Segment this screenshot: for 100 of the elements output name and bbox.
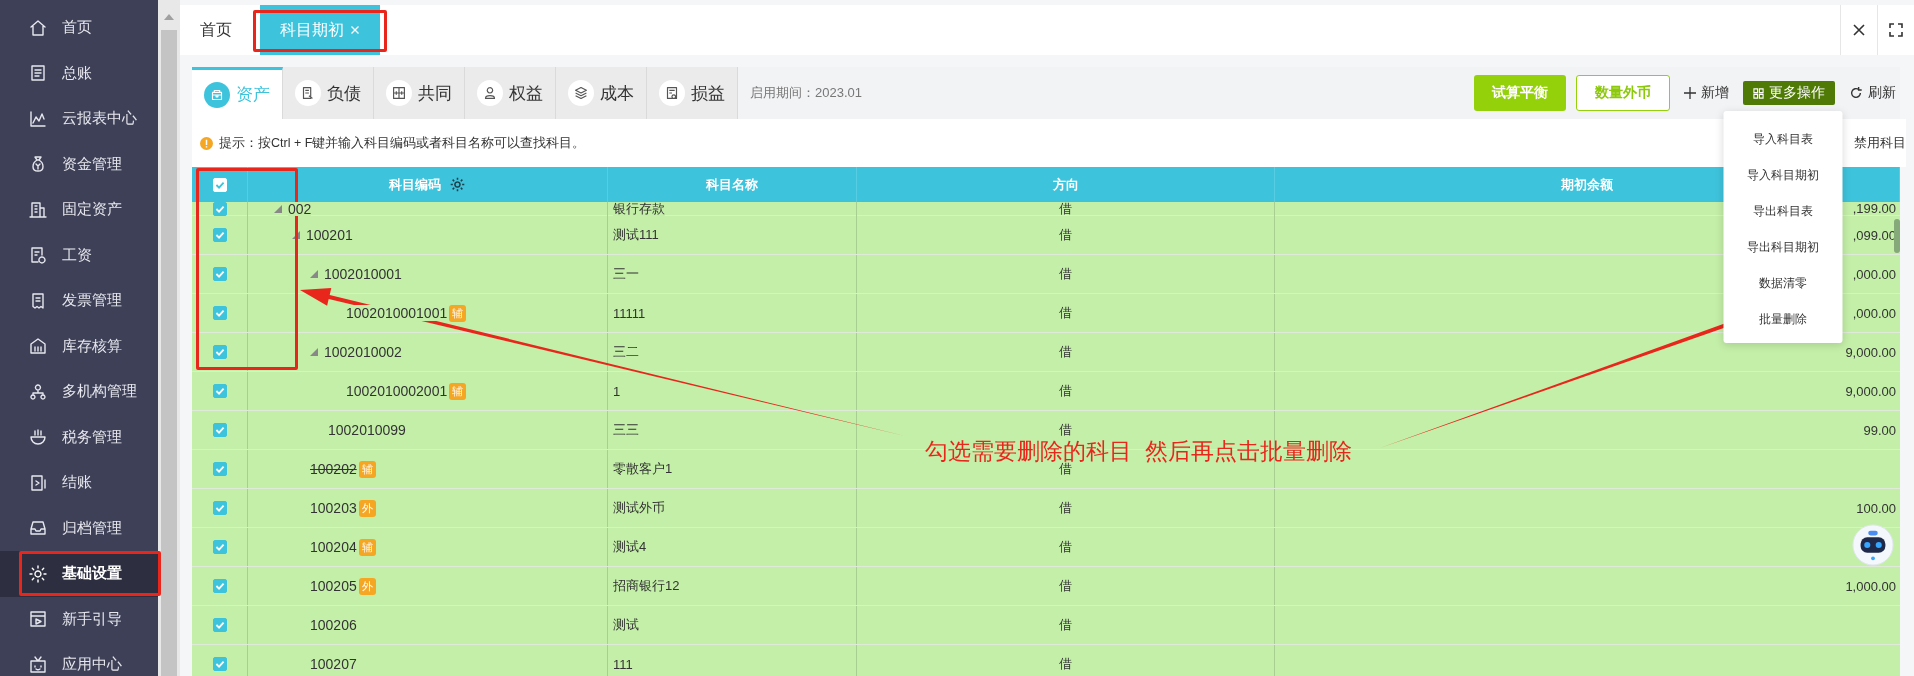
warning-icon [200,136,213,150]
account-code: 1002010001001 [346,305,448,321]
grid-icon [390,84,408,102]
hint-text: 提示：按Ctrl + F键并输入科目编码或者科目名称可以查找科目。 [219,134,586,152]
account-name: 测试外币 [613,499,665,517]
row-checkbox[interactable] [212,618,227,632]
direction: 借 [1059,343,1072,361]
annotation-text: 勾选需要删除的科目 然后再点击批量删除 [925,440,1352,463]
caret-up-icon[interactable] [164,14,174,20]
account-name: 测试 [613,616,639,634]
tv-icon [28,654,48,675]
column-header: 科目编码 [389,175,441,194]
opening-balance: 100.00 [1856,500,1896,516]
sidebar-item[interactable]: 发票管理 [0,278,158,324]
document-icon [28,245,48,266]
refresh-icon [1849,86,1863,100]
sidebar-item[interactable]: 固定资产 [0,187,158,233]
sidebar-item[interactable]: 应用中心 [0,642,158,676]
robot-icon[interactable] [1852,524,1894,566]
sidebar-item[interactable]: 多机构管理 [0,369,158,415]
page-tab[interactable]: 首页 [180,5,252,55]
menu-item[interactable]: 导出科目期初 [1723,229,1843,265]
select-all-checkbox[interactable] [212,177,227,192]
document-icon [28,472,48,493]
menu-item[interactable]: 数据清零 [1723,265,1843,301]
org-chart-icon [28,381,48,402]
sidebar-item[interactable]: 结账 [0,460,158,506]
account-code: 100207 [310,656,357,672]
direction: 借 [1059,382,1072,400]
tag: 辅 [358,538,376,556]
row-checkbox[interactable] [212,540,227,554]
opening-balance: 99.00 [1863,422,1896,438]
start-period: 启用期间：2023.01 [750,84,862,102]
settings-icon[interactable] [449,176,466,193]
sidebar-item[interactable]: 税务管理 [0,414,158,460]
row-checkbox[interactable] [212,423,227,437]
direction: 借 [1059,421,1072,439]
plus-icon [1684,87,1696,99]
tag: 外 [358,577,376,595]
opening-balance: 1,000.00 [1845,578,1896,594]
more-actions-button[interactable]: 更多操作 [1743,81,1835,105]
opening-balance: 9,000.00 [1845,383,1896,399]
row-checkbox[interactable] [212,267,227,281]
sidebar-item[interactable]: 首页 [0,5,158,51]
scrollbar[interactable] [161,30,177,676]
row-checkbox[interactable] [212,384,227,398]
account-code: 1002010002001 [346,383,448,399]
close-icon[interactable] [350,25,360,35]
opening-balance: ,199.00 [1852,202,1896,216]
menu-item[interactable]: 导入科目表 [1723,121,1843,157]
add-button[interactable]: 新增 [1680,84,1733,102]
settings-icon [28,563,48,584]
document-icon [28,63,48,84]
row-checkbox[interactable] [212,306,227,320]
refresh-button[interactable]: 刷新 [1845,84,1900,102]
row-checkbox[interactable] [212,202,227,216]
expand-triangle-icon[interactable] [310,270,318,278]
expand-triangle-icon[interactable] [310,348,318,356]
account-code: 100201 [306,227,353,243]
row-checkbox[interactable] [212,579,227,593]
account-code: 100206 [310,617,357,633]
direction: 借 [1059,265,1072,283]
opening-balance: ,000.00 [1852,266,1896,282]
sidebar-item[interactable]: 工资 [0,232,158,278]
direction: 借 [1059,499,1072,517]
house-icon [28,17,48,38]
direction: 借 [1059,655,1072,673]
sidebar-item[interactable]: 总账 [0,50,158,96]
menu-item[interactable]: 导出科目表 [1723,193,1843,229]
row-checkbox[interactable] [212,501,227,515]
row-checkbox[interactable] [212,657,227,671]
row-checkbox[interactable] [212,228,227,242]
account-name: 测试4 [613,538,647,556]
column-header: 科目名称 [706,175,758,194]
sidebar-item[interactable]: 归档管理 [0,505,158,551]
direction: 借 [1059,616,1072,634]
menu-item[interactable]: 导入科目期初 [1723,157,1843,193]
scrollbar[interactable] [1894,219,1900,253]
sidebar-item[interactable]: 库存核算 [0,323,158,369]
opening-balance: 9,000.00 [1845,344,1896,360]
tag: 辅 [449,382,467,400]
layers-icon [572,84,590,102]
bowl-icon [28,427,48,448]
fullscreen-icon [1888,22,1904,38]
row-checkbox[interactable] [212,345,227,359]
opening-balance: ,000.00 [1852,305,1896,321]
expand-triangle-icon[interactable] [292,231,300,239]
account-code: 100202 [310,461,357,477]
sidebar-item[interactable]: 新手引导 [0,596,158,642]
expand-triangle-icon[interactable] [274,205,282,213]
building-icon [28,199,48,220]
sidebar-item[interactable]: 云报表中心 [0,96,158,142]
column-header: 期初余额 [1561,175,1613,194]
account-name: 零散客户1 [613,460,673,478]
tag: 辅 [449,304,467,322]
close-icon [1851,22,1867,38]
menu-item[interactable]: 批量删除 [1723,301,1843,337]
tag: 辅 [358,460,376,478]
sidebar-item[interactable]: 资金管理 [0,141,158,187]
column-header: 方向 [1052,175,1079,194]
